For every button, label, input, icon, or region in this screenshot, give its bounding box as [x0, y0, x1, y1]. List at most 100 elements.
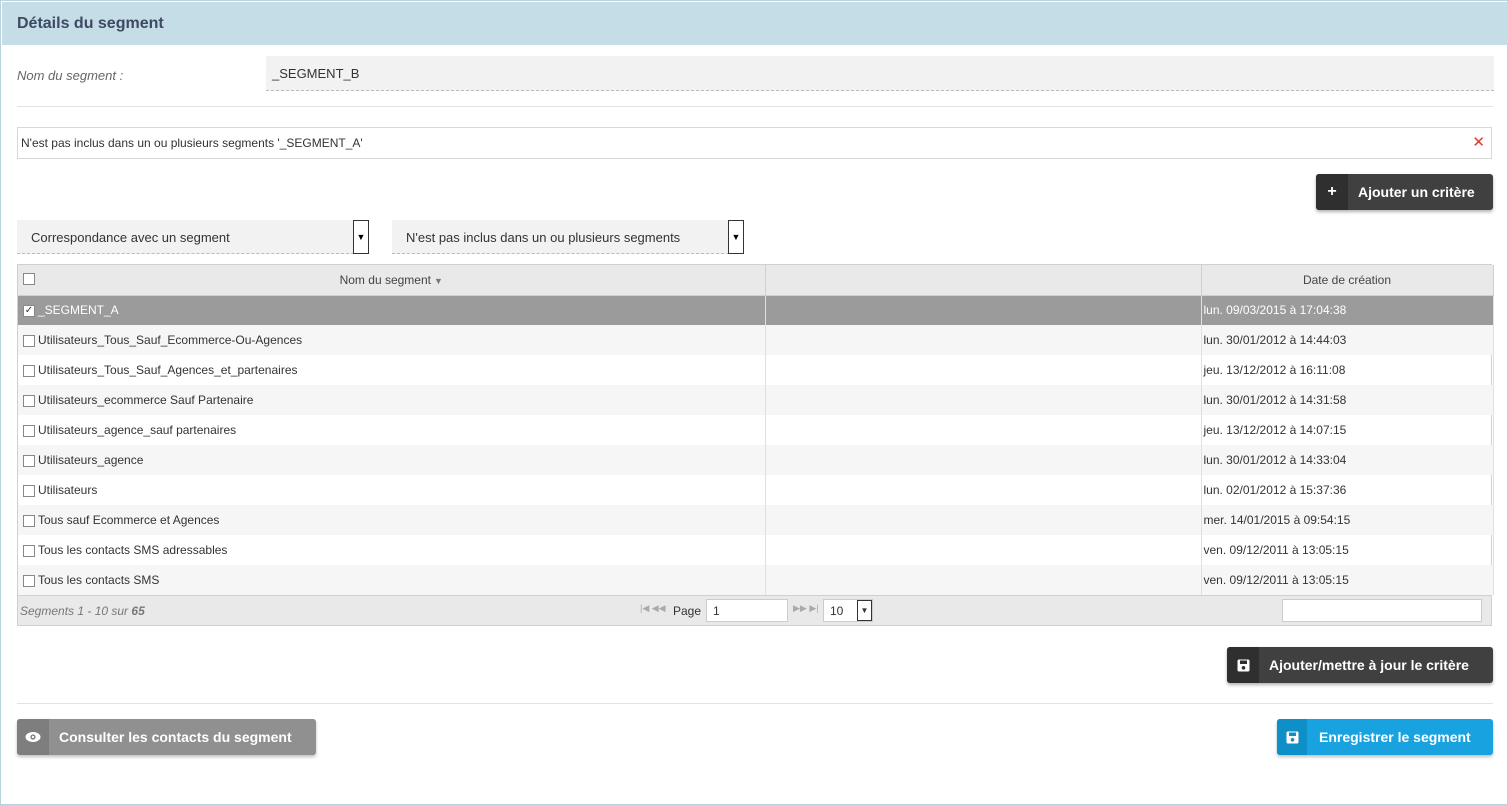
criteria-operator-select[interactable]: N'est pas inclus dans un ou plusieurs se…	[392, 220, 744, 254]
row-checkbox[interactable]	[23, 454, 35, 467]
blank-cell	[765, 385, 1202, 415]
sort-desc-icon: ▼	[433, 275, 443, 286]
view-contacts-label: Consulter les contacts du segment	[59, 729, 292, 745]
segment-name-cell[interactable]: Tous les contacts SMS	[18, 565, 766, 595]
blank-cell	[765, 355, 1202, 385]
remove-criteria-icon[interactable]: ✕	[1472, 133, 1485, 151]
row-checkbox[interactable]	[23, 364, 35, 377]
add-criteria-button[interactable]: + Ajouter un critère	[1316, 174, 1493, 210]
row-checkbox[interactable]	[23, 574, 35, 587]
segment-name-field[interactable]: _SEGMENT_B	[266, 56, 1494, 91]
row-checkbox[interactable]	[23, 514, 35, 527]
plus-icon: +	[1316, 174, 1348, 210]
page-number-input[interactable]: 1	[706, 599, 788, 622]
row-checkbox[interactable]	[23, 544, 35, 557]
panel-header: Détails du segment	[2, 2, 1508, 45]
segment-name-cell[interactable]: Tous sauf Ecommerce et Agences	[18, 505, 766, 535]
table-row[interactable]: Utilisateurs_Tous_Sauf_Ecommerce-Ou-Agen…	[18, 325, 1494, 355]
update-criteria-button[interactable]: Ajouter/mettre à jour le critère	[1227, 647, 1493, 683]
grid-filter-input[interactable]	[1282, 599, 1482, 622]
eye-icon	[17, 719, 49, 755]
first-prev-page-icons[interactable]: |◀ ◀◀	[640, 603, 666, 614]
table-row[interactable]: Utilisateurs_agence lun. 30/01/2012 à 14:…	[18, 445, 1494, 475]
segment-name: Utilisateurs_agence_sauf partenaires	[38, 423, 237, 437]
table-row[interactable]: Utilisateurs lun. 02/01/2012 à 15:37:36	[18, 475, 1494, 505]
select-all-checkbox[interactable]	[23, 273, 35, 285]
blank-cell	[765, 565, 1202, 595]
grid-pager: Segments 1 - 10 sur 65 |◀ ◀◀ Page 1 ▶▶ ▶…	[18, 595, 1491, 625]
page-size-select[interactable]: 10 ▼	[823, 599, 873, 622]
page-title: Détails du segment	[17, 15, 164, 32]
criteria-type-select[interactable]: Correspondance avec un segment ▼	[17, 220, 369, 254]
column-name-label: Nom du segment	[339, 272, 431, 287]
column-header-name[interactable]: Nom du segment ▼	[18, 265, 766, 296]
segments-grid: Nom du segment ▼ Date de création ✓ _SEGME…	[17, 264, 1494, 626]
table-row[interactable]: Tous sauf Ecommerce et Agences mer. 14/01…	[18, 505, 1494, 535]
table-row[interactable]: Tous les contacts SMS adressables ven. 09…	[18, 535, 1494, 565]
criteria-item[interactable]: N'est pas inclus dans un ou plusieurs se…	[17, 127, 1492, 159]
floppy-disk-icon	[1277, 719, 1307, 755]
column-header-blank	[765, 265, 1202, 296]
view-contacts-button[interactable]: Consulter les contacts du segment	[17, 719, 316, 755]
update-criteria-label: Ajouter/mettre à jour le critère	[1269, 657, 1469, 673]
save-segment-label: Enregistrer le segment	[1319, 729, 1471, 745]
blank-cell	[765, 505, 1202, 535]
segment-name: Utilisateurs_Tous_Sauf_Ecommerce-Ou-Agen…	[38, 333, 303, 347]
blank-cell	[765, 415, 1202, 445]
pager-info: Segments 1 - 10 sur 65	[20, 604, 145, 618]
creation-date-cell: ven. 09/12/2011 à 13:05:15	[1201, 565, 1494, 595]
table-row[interactable]: ✓ _SEGMENT_A lun. 09/03/2015 à 17:04:38	[18, 295, 1494, 325]
segment-name-cell[interactable]: Utilisateurs_agence	[18, 445, 766, 475]
segment-name-cell[interactable]: ✓ _SEGMENT_A	[18, 295, 766, 325]
segment-name-cell[interactable]: Utilisateurs	[18, 475, 766, 505]
segment-name: Tous sauf Ecommerce et Agences	[38, 513, 220, 527]
table-row[interactable]: Tous les contacts SMS ven. 09/12/2011 à 1…	[18, 565, 1494, 595]
page-size-value: 10	[830, 604, 844, 618]
segment-name: Tous les contacts SMS adressables	[38, 543, 228, 557]
table-row[interactable]: Utilisateurs_Tous_Sauf_Agences_et_parten…	[18, 355, 1494, 385]
add-criteria-label: Ajouter un critère	[1358, 184, 1475, 200]
chevron-down-icon[interactable]: ▼	[857, 600, 872, 621]
blank-cell	[765, 325, 1202, 355]
segment-name-cell[interactable]: Tous les contacts SMS adressables	[18, 535, 766, 565]
blank-cell	[765, 535, 1202, 565]
divider	[17, 106, 1493, 107]
column-header-date[interactable]: Date de création	[1201, 265, 1494, 296]
floppy-disk-icon	[1227, 647, 1259, 683]
segment-name: Utilisateurs_Tous_Sauf_Agences_et_parten…	[38, 363, 298, 377]
creation-date-cell: mer. 14/01/2015 à 09:54:15	[1201, 505, 1494, 535]
chevron-down-icon[interactable]: ▼	[728, 220, 744, 254]
segment-details-panel: Détails du segment Nom du segment : _SEG…	[0, 0, 1508, 805]
row-checkbox[interactable]	[23, 334, 35, 347]
table-row[interactable]: Utilisateurs_agence_sauf partenaires jeu.…	[18, 415, 1494, 445]
save-segment-button[interactable]: Enregistrer le segment	[1277, 719, 1493, 755]
segment-name-cell[interactable]: Utilisateurs_Tous_Sauf_Agences_et_parten…	[18, 355, 766, 385]
segment-name-label: Nom du segment :	[17, 68, 124, 83]
criteria-type-value: Correspondance avec un segment	[31, 230, 230, 245]
creation-date-cell: jeu. 13/12/2012 à 16:11:08	[1201, 355, 1494, 385]
next-last-page-icons[interactable]: ▶▶ ▶|	[793, 603, 819, 614]
row-checkbox[interactable]	[23, 394, 35, 407]
creation-date-cell: lun. 30/01/2012 à 14:33:04	[1201, 445, 1494, 475]
divider	[17, 703, 1493, 704]
segment-name: Tous les contacts SMS	[38, 573, 160, 587]
creation-date-cell: lun. 30/01/2012 à 14:31:58	[1201, 385, 1494, 415]
blank-cell	[765, 445, 1202, 475]
creation-date-cell: lun. 30/01/2012 à 14:44:03	[1201, 325, 1494, 355]
row-checkbox[interactable]	[23, 484, 35, 497]
criteria-operator-value: N'est pas inclus dans un ou plusieurs se…	[406, 230, 681, 245]
blank-cell	[765, 475, 1202, 505]
row-checkbox-checked[interactable]: ✓	[23, 305, 35, 318]
criteria-text: N'est pas inclus dans un ou plusieurs se…	[21, 136, 363, 150]
segment-name: _SEGMENT_A	[38, 303, 119, 318]
page-label: Page	[673, 604, 702, 618]
table-row[interactable]: Utilisateurs_ecommerce Sauf Partenaire lu…	[18, 385, 1494, 415]
row-checkbox[interactable]	[23, 424, 35, 437]
segment-name-cell[interactable]: Utilisateurs_ecommerce Sauf Partenaire	[18, 385, 766, 415]
segment-name: Utilisateurs	[38, 483, 98, 497]
segment-name: Utilisateurs_ecommerce Sauf Partenaire	[38, 393, 254, 407]
creation-date-cell: lun. 09/03/2015 à 17:04:38	[1201, 295, 1494, 325]
segment-name-cell[interactable]: Utilisateurs_agence_sauf partenaires	[18, 415, 766, 445]
segment-name-cell[interactable]: Utilisateurs_Tous_Sauf_Ecommerce-Ou-Agen…	[18, 325, 766, 355]
chevron-down-icon[interactable]: ▼	[353, 220, 369, 254]
